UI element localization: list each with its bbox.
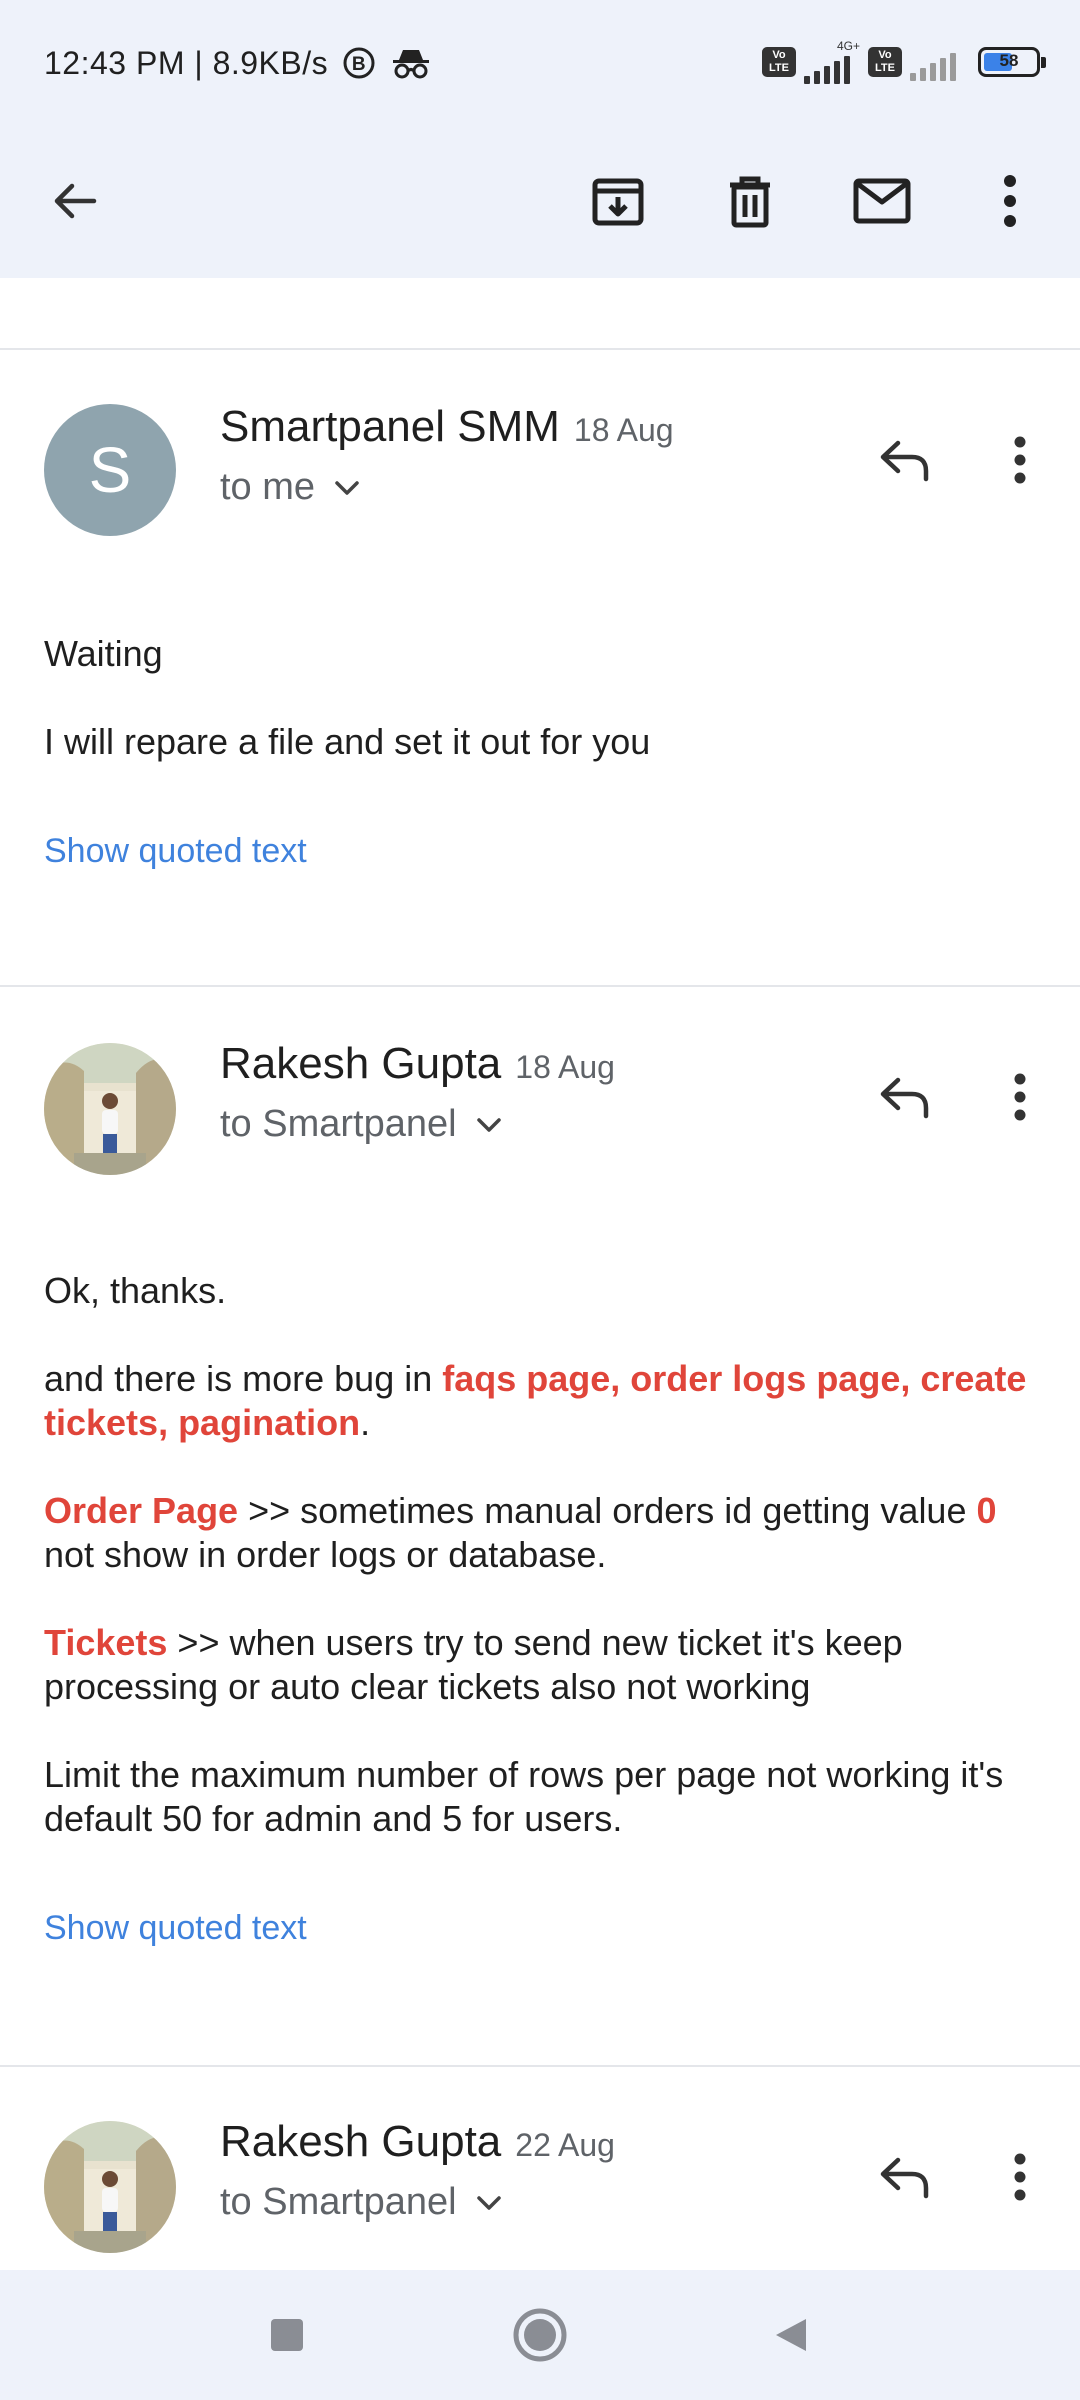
- svg-text:B: B: [351, 54, 365, 75]
- show-quoted-text-link[interactable]: Show quoted text: [44, 1909, 307, 1948]
- delete-icon[interactable]: [715, 166, 785, 236]
- system-nav-bar: [0, 2270, 1080, 2400]
- sender-line[interactable]: Rakesh Gupta 22 Aug: [220, 2117, 615, 2167]
- highlighted-text: 0: [976, 1490, 997, 1531]
- recipient-toggle[interactable]: to me: [220, 466, 361, 509]
- message-card: Rakesh Gupta 18 Aug to Smartpanel Ok, tha…: [0, 987, 1080, 2065]
- recipient-toggle[interactable]: to Smartpanel: [220, 2181, 503, 2224]
- profile-photo-icon: [44, 1043, 176, 1175]
- sender-line[interactable]: Smartpanel SMM 18 Aug: [220, 402, 674, 452]
- recipient-label: to me: [220, 466, 316, 508]
- body-text: .: [360, 1402, 371, 1443]
- message-body: Ok, thanks. and there is more bug in faq…: [44, 1269, 1044, 1841]
- highlighted-text: Tickets: [44, 1622, 168, 1663]
- message-date: 18 Aug: [515, 1049, 615, 1085]
- avatar[interactable]: S: [44, 404, 176, 536]
- status-time-speed: 12:43 PM | 8.9KB/s B: [44, 45, 431, 82]
- reply-icon[interactable]: [870, 2142, 940, 2212]
- sender-line[interactable]: Rakesh Gupta 18 Aug: [220, 1039, 615, 1089]
- sender-name: Rakesh Gupta: [220, 2117, 502, 2166]
- avatar[interactable]: [44, 1043, 176, 1175]
- sender-name: Smartpanel SMM: [220, 402, 560, 451]
- recipient-label: to Smartpanel: [220, 2181, 457, 2223]
- message-card: S Smartpanel SMM 18 Aug to me Waiting I w…: [0, 350, 1080, 984]
- profile-photo-icon: [44, 2121, 176, 2253]
- back-arrow-icon[interactable]: [40, 166, 110, 236]
- archive-icon[interactable]: [583, 166, 653, 236]
- incognito-icon: [392, 50, 429, 79]
- body-paragraph: Limit the maximum number of rows per pag…: [44, 1754, 1004, 1839]
- signal-strength-icon-1: [804, 52, 850, 84]
- message-body: Waiting I will repare a file and set it …: [44, 632, 1044, 764]
- chevron-down-icon[interactable]: [475, 1115, 503, 1135]
- message-more-icon[interactable]: [985, 2142, 1055, 2212]
- network-type-label: 4G+: [836, 39, 860, 53]
- message-more-icon[interactable]: [985, 425, 1055, 495]
- message-more-icon[interactable]: [985, 1062, 1055, 1132]
- recents-square-icon[interactable]: [247, 2295, 327, 2375]
- body-line: Ok, thanks.: [44, 1270, 227, 1311]
- reply-icon[interactable]: [870, 425, 940, 495]
- home-circle-icon[interactable]: [500, 2295, 580, 2375]
- volte-badge-2: Vo LTE: [868, 47, 902, 77]
- signal-strength-icon-2: [910, 49, 956, 81]
- battery-icon: 58: [978, 47, 1046, 77]
- show-quoted-text-link[interactable]: Show quoted text: [44, 832, 307, 871]
- mark-unread-icon[interactable]: [847, 166, 917, 236]
- bluetooth-b-icon: B: [343, 47, 375, 79]
- body-line: Waiting: [44, 633, 163, 674]
- message-date: 22 Aug: [515, 2127, 615, 2163]
- back-triangle-icon[interactable]: [750, 2295, 830, 2375]
- chevron-down-icon[interactable]: [475, 2193, 503, 2213]
- status-bar: 12:43 PM | 8.9KB/s B Vo LTE 4G+ Vo LTE 5…: [0, 0, 1080, 124]
- body-paragraph: Order Page >> sometimes manual orders id…: [44, 1489, 1044, 1577]
- status-icons: Vo LTE 4G+ Vo LTE 58: [762, 39, 1046, 84]
- body-text: >> sometimes manual orders id getting va…: [238, 1490, 977, 1531]
- body-paragraph: Tickets >> when users try to send new ti…: [44, 1621, 1044, 1709]
- body-text: >> when users try to send new ticket it'…: [44, 1622, 903, 1707]
- message-card: Rakesh Gupta 22 Aug to Smartpanel: [0, 2067, 1080, 2267]
- body-text: not show in order logs or database.: [44, 1534, 607, 1575]
- more-vert-icon[interactable]: [975, 166, 1045, 236]
- sender-name: Rakesh Gupta: [220, 1039, 502, 1088]
- recipient-label: to Smartpanel: [220, 1103, 457, 1145]
- message-date: 18 Aug: [573, 412, 674, 448]
- volte-badge: Vo LTE: [762, 47, 796, 77]
- reply-icon[interactable]: [870, 1062, 940, 1132]
- chevron-down-icon[interactable]: [333, 478, 361, 498]
- highlighted-text: Order Page: [44, 1490, 239, 1531]
- avatar[interactable]: [44, 2121, 176, 2253]
- body-text: and there is more bug in: [44, 1358, 443, 1399]
- battery-level: 58: [999, 51, 1019, 70]
- app-toolbar: [0, 124, 1080, 278]
- body-paragraph: and there is more bug in faqs page, orde…: [44, 1357, 1044, 1445]
- recipient-toggle[interactable]: to Smartpanel: [220, 1103, 503, 1146]
- body-line: I will repare a file and set it out for …: [44, 721, 651, 762]
